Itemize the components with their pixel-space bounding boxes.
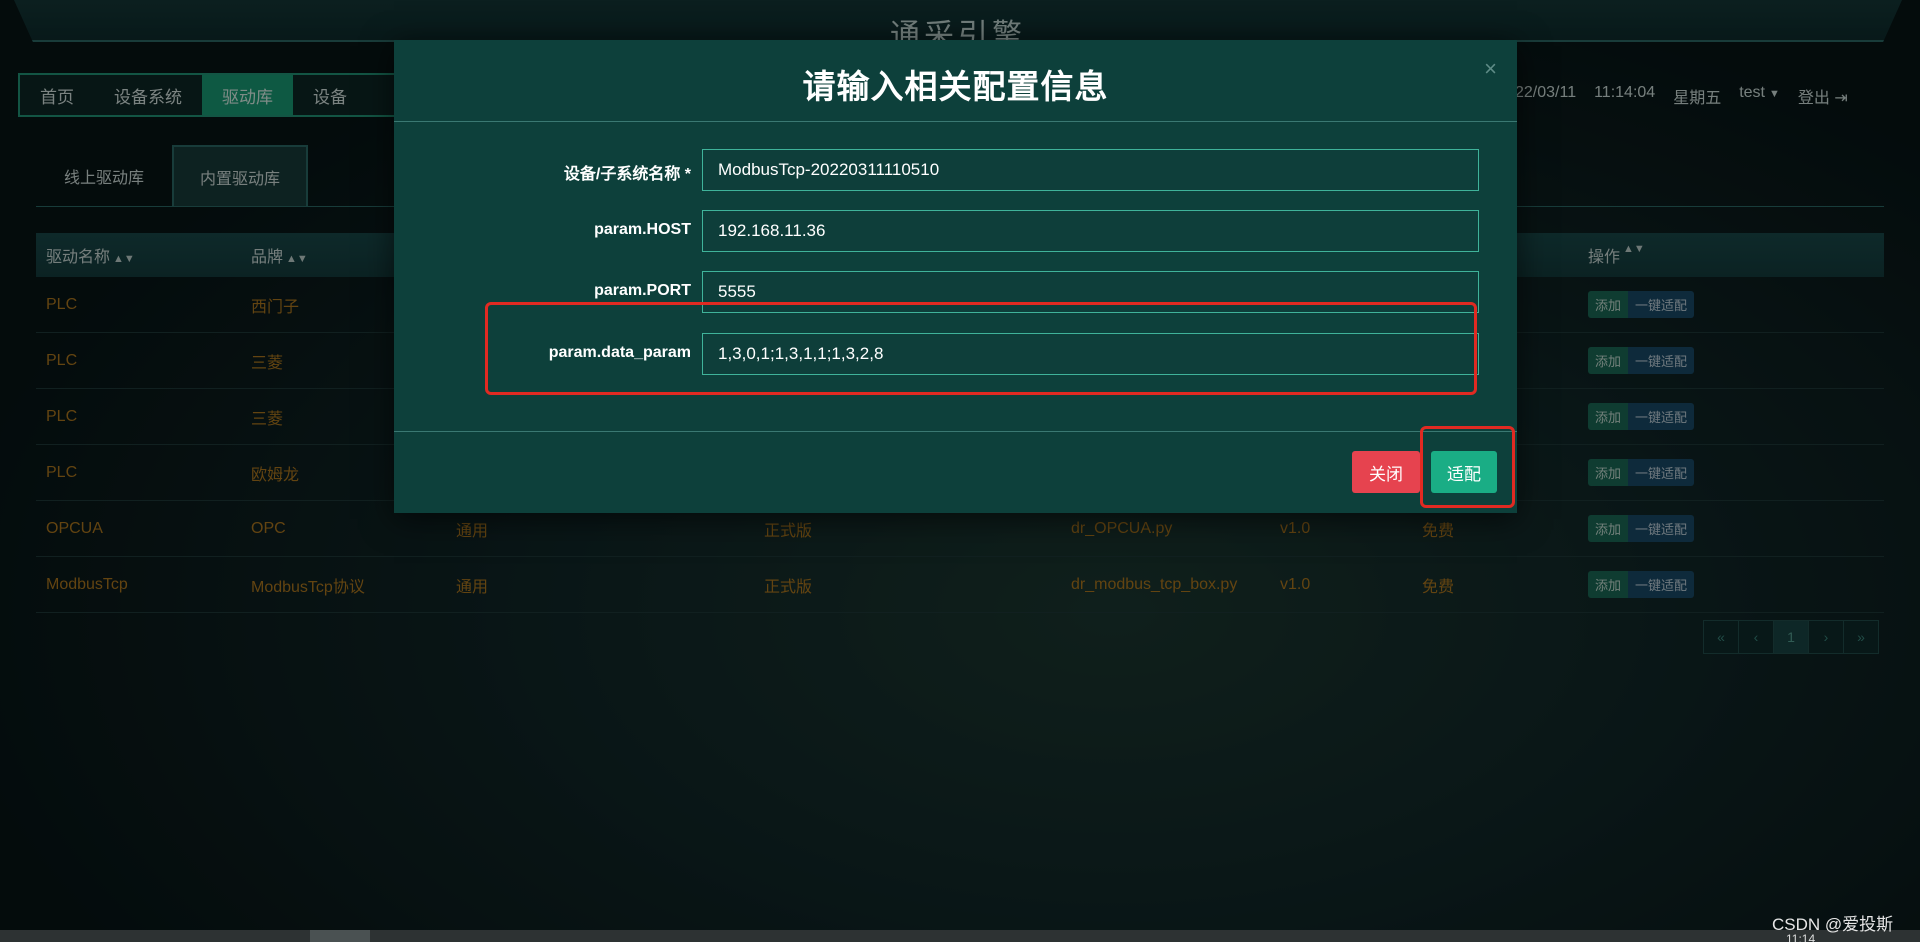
host-label: param.HOST — [594, 221, 691, 238]
fit-button[interactable]: 适配 — [1431, 451, 1497, 493]
modal-title: 请输入相关配置信息 — [802, 68, 1109, 105]
config-modal: 请输入相关配置信息 × 设备/子系统名称 * param.HOST param.… — [394, 40, 1517, 513]
taskbar — [0, 930, 1920, 942]
form-row-host: param.HOST — [394, 210, 1517, 252]
close-icon[interactable]: × — [1484, 56, 1497, 82]
host-input[interactable] — [702, 210, 1479, 252]
port-label: param.PORT — [594, 282, 691, 299]
form-row-device-name: 设备/子系统名称 * — [394, 149, 1517, 191]
taskbar-item[interactable] — [310, 930, 370, 942]
annotation-highlight-data-param — [485, 302, 1477, 395]
app-root: 通采引擎 首页 设备系统 驱动库 设备 22/03/11 11:14:04 星期… — [0, 0, 1920, 942]
modal-divider — [394, 431, 1517, 432]
device-name-label: 设备/子系统名称 * — [563, 166, 691, 183]
modal-divider — [394, 121, 1517, 122]
device-name-input[interactable] — [702, 149, 1479, 191]
close-button[interactable]: 关闭 — [1352, 451, 1420, 493]
tray-time: 11:14 — [1786, 932, 1816, 942]
